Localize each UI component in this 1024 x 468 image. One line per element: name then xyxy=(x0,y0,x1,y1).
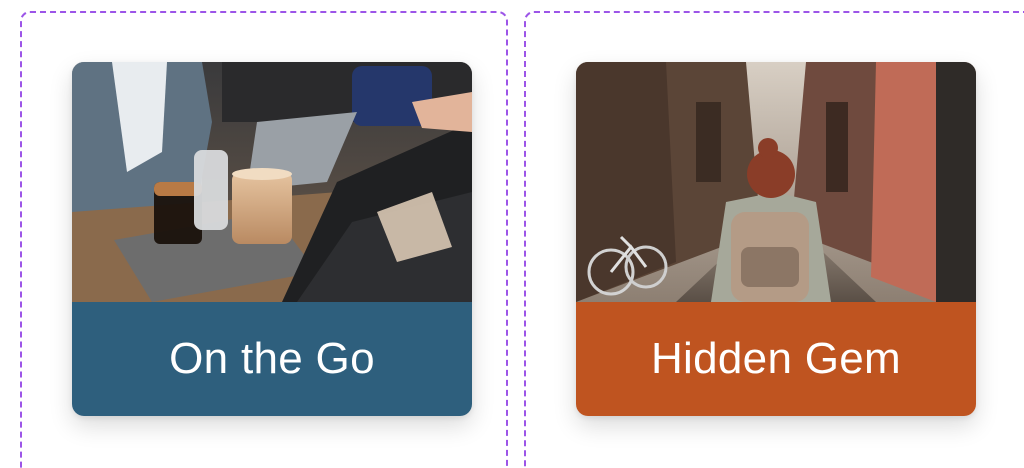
card-label: Hidden Gem xyxy=(576,302,976,416)
card-label: On the Go xyxy=(72,302,472,416)
cafe-laptop-coffee-photo xyxy=(72,62,472,302)
card-hidden-gem[interactable]: Hidden Gem xyxy=(576,62,976,416)
card-on-the-go[interactable]: On the Go xyxy=(72,62,472,416)
alley-backpacker-photo xyxy=(576,62,976,302)
canvas: On the Go Hidden Gem xyxy=(0,0,1024,468)
